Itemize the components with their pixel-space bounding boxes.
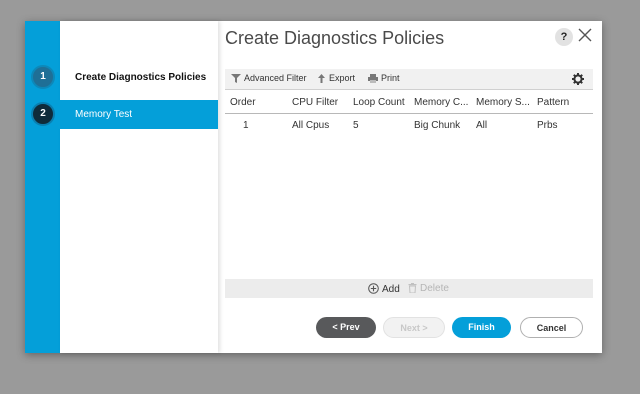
export-icon — [318, 74, 325, 83]
column-header-memory-c[interactable]: Memory C... — [414, 97, 468, 108]
table-row[interactable]: 1 All Cpus 5 Big Chunk All Prbs — [225, 117, 593, 135]
step-number-badge: 1 — [31, 65, 55, 89]
cell-memory-c: Big Chunk — [414, 120, 461, 131]
step-number-badge: 2 — [31, 102, 55, 126]
cancel-button[interactable]: Cancel — [520, 317, 583, 338]
close-icon[interactable] — [578, 28, 592, 42]
cell-memory-s: All — [476, 120, 488, 131]
print-button[interactable]: Print — [368, 73, 400, 83]
column-header-cpu-filter[interactable]: CPU Filter — [292, 97, 338, 108]
cell-order: 1 — [243, 120, 249, 131]
prev-button[interactable]: < Prev — [316, 317, 376, 338]
cell-pattern: Prbs — [537, 120, 558, 131]
column-header-loop-count[interactable]: Loop Count — [353, 97, 405, 108]
dialog-title: Create Diagnostics Policies — [225, 28, 445, 48]
advanced-filter-label: Advanced Filter — [244, 73, 307, 83]
column-header-pattern[interactable]: Pattern — [537, 97, 569, 108]
filter-icon — [231, 74, 241, 83]
add-label: Add — [382, 284, 400, 295]
step-label: Memory Test — [75, 109, 133, 120]
help-button[interactable]: ? — [555, 28, 573, 46]
row-actions-bar: Add Delete — [225, 279, 593, 298]
export-button[interactable]: Export — [317, 73, 355, 83]
next-button[interactable]: Next > — [383, 317, 445, 338]
add-button[interactable]: Add — [368, 283, 400, 295]
cell-cpu-filter: All Cpus — [292, 120, 330, 131]
create-diagnostics-policies-dialog: 1 Create Diagnostics Policies 2 Memory T… — [25, 21, 602, 353]
print-label: Print — [381, 73, 400, 83]
delete-button[interactable]: Delete — [408, 283, 449, 294]
table-toolbar: Advanced Filter Export Print — [225, 69, 593, 90]
add-icon — [368, 283, 379, 294]
wizard-step-1[interactable]: 1 Create Diagnostics Policies — [25, 63, 218, 92]
step-label: Create Diagnostics Policies — [75, 72, 207, 83]
print-icon — [368, 74, 378, 83]
gear-icon[interactable] — [572, 72, 584, 90]
trash-icon — [408, 283, 417, 294]
column-header-order[interactable]: Order — [230, 97, 256, 108]
cell-loop-count: 5 — [353, 120, 359, 131]
finish-button[interactable]: Finish — [452, 317, 511, 338]
advanced-filter-button[interactable]: Advanced Filter — [231, 73, 307, 83]
column-header-memory-s[interactable]: Memory S... — [476, 97, 530, 108]
table-header: Order CPU Filter Loop Count Memory C... … — [225, 91, 593, 114]
export-label: Export — [329, 73, 356, 83]
delete-label: Delete — [420, 283, 449, 294]
wizard-step-2[interactable]: 2 Memory Test — [25, 100, 218, 129]
